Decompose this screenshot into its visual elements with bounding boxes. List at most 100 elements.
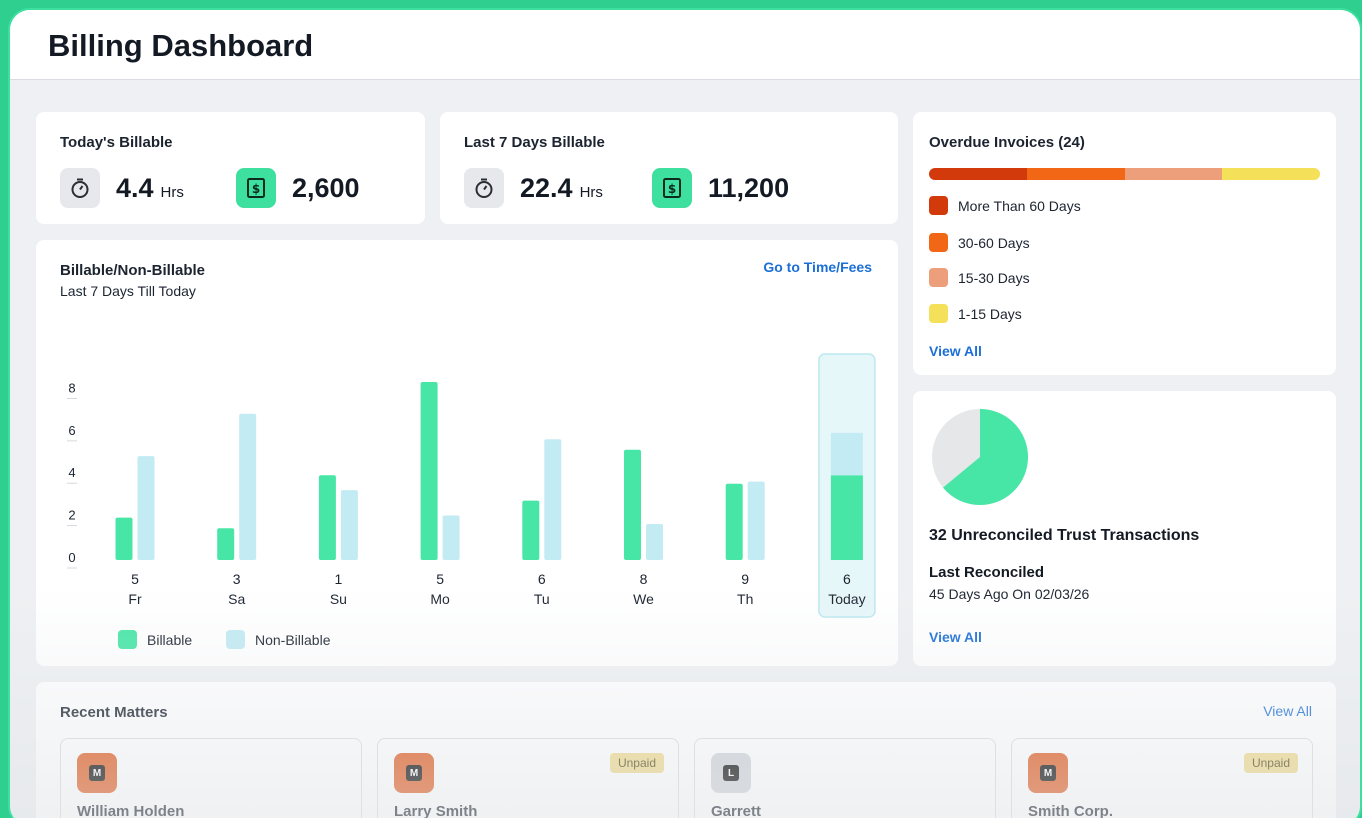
bar-billable (115, 517, 133, 560)
legend-swatch-non-billable (226, 630, 245, 649)
bar-non-billable (646, 523, 663, 560)
bar-non-billable (442, 515, 460, 560)
bar-billable (624, 449, 641, 560)
recent-matters-title: Recent Matters (60, 704, 168, 721)
last7-billable-card: Last 7 Days Billable 22.4 Hrs $ 11,200 (440, 112, 898, 224)
legend-swatch-billable (118, 630, 137, 649)
last7-hours-unit: Hrs (579, 183, 603, 201)
x-day-label: Fr (128, 591, 142, 607)
y-tick-label: 4 (68, 465, 75, 480)
todays-amount-stat: $ 2,600 (236, 168, 360, 208)
x-count-label: 9 (741, 571, 749, 587)
y-tick-label: 0 (68, 550, 75, 565)
billable-bar-chart: 0 2 4 6 8 5 Fr 3 Sa 1 Su 5 Mo 6 Tu 8 We 9 Th 6 Today (67, 353, 876, 618)
bar-non-billable (340, 490, 358, 560)
legend-label: More Than 60 Days (958, 197, 1081, 214)
billable-chart-card: Billable/Non-Billable Last 7 Days Till T… (36, 240, 898, 666)
legend-swatch (929, 268, 948, 287)
x-count-label: 6 (843, 571, 851, 587)
recent-matters-card: Recent Matters View All M William Holden… (36, 682, 1336, 818)
todays-hours-unit: Hrs (160, 183, 184, 201)
svg-text:$: $ (668, 182, 676, 196)
last7-amount-value: 11,200 (708, 172, 790, 203)
matter-type-icon: M (1028, 753, 1068, 793)
todays-billable-title: Today's Billable (60, 134, 173, 151)
overdue-invoices-title: Overdue Invoices (24) (929, 134, 1085, 151)
trust-view-all-link[interactable]: View All (929, 629, 982, 645)
trust-pie-chart (932, 409, 1028, 505)
legend-label-non-billable: Non-Billable (255, 631, 331, 648)
matter-card-william-holden[interactable]: M William Holden (60, 738, 362, 818)
x-day-label: We (633, 591, 654, 607)
y-tick-label: 6 (68, 423, 75, 438)
bar-billable (725, 483, 743, 560)
bar-non-billable (747, 481, 765, 560)
matter-name: Smith Corp. (1028, 803, 1113, 818)
trust-transactions-card: 32 Unreconciled Trust Transactions Last … (913, 391, 1336, 666)
invoice-dollar-icon: $ (652, 168, 692, 208)
stopwatch-icon (464, 168, 504, 208)
invoice-dollar-icon: $ (236, 168, 276, 208)
matter-initial: L (723, 765, 739, 781)
overdue-legend-30-60: 30-60 Days (929, 233, 1030, 252)
overdue-legend-15-30: 15-30 Days (929, 268, 1030, 287)
bar-non-billable (544, 439, 562, 560)
bar-billable (420, 382, 438, 560)
x-day-label: Mo (430, 591, 450, 607)
overdue-legend-60plus: More Than 60 Days (929, 196, 1081, 215)
legend-swatch (929, 304, 948, 323)
matter-name: Garrett (711, 803, 762, 818)
matter-type-icon: M (394, 753, 434, 793)
matter-type-icon: L (711, 753, 751, 793)
overdue-bar-segment (929, 168, 1027, 180)
overdue-view-all-link[interactable]: View All (929, 343, 982, 359)
matter-card-garrett[interactable]: L Garrett (694, 738, 996, 818)
matter-type-icon: M (77, 753, 117, 793)
x-day-label: Su (330, 591, 347, 607)
last7-amount-stat: $ 11,200 (652, 168, 789, 208)
recent-matters-view-all-link[interactable]: View All (1263, 703, 1312, 719)
x-count-label: 6 (538, 571, 546, 587)
trust-headline: 32 Unreconciled Trust Transactions (929, 527, 1200, 544)
bar-billable (318, 475, 336, 560)
top-bar: Billing Dashboard (10, 10, 1360, 80)
dashboard-window: Billing Dashboard Today's Billable 4.4 H… (8, 8, 1362, 818)
x-count-label: 5 (436, 571, 444, 587)
page-title: Billing Dashboard (48, 28, 314, 63)
legend-swatch (929, 233, 948, 252)
x-day-label: Th (737, 591, 753, 607)
bar-billable (217, 528, 235, 560)
chart-legend-billable: Billable (118, 630, 192, 649)
legend-label: 1-15 Days (958, 305, 1022, 322)
todays-billable-card: Today's Billable 4.4 Hrs $ 2,600 (36, 112, 425, 224)
stopwatch-icon (60, 168, 100, 208)
last-reconciled-value: 45 Days Ago On 02/03/26 (929, 586, 1090, 602)
last7-billable-title: Last 7 Days Billable (464, 134, 605, 151)
matter-initial: M (89, 765, 105, 781)
last-reconciled-label: Last Reconciled (929, 564, 1045, 581)
todays-hours-value: 4.4 (116, 172, 154, 203)
last7-hours-value: 22.4 (520, 172, 573, 203)
overdue-bar-segment (1222, 168, 1320, 180)
last7-hours-stat: 22.4 Hrs (464, 168, 603, 208)
overdue-legend-1-15: 1-15 Days (929, 304, 1022, 323)
legend-label: 30-60 Days (958, 234, 1030, 251)
matter-initial: M (1040, 765, 1056, 781)
overdue-invoices-card: Overdue Invoices (24) More Than 60 Days … (913, 112, 1336, 375)
svg-text:$: $ (252, 182, 260, 196)
y-tick-label: 8 (68, 380, 75, 395)
bar-billable (522, 500, 540, 560)
overdue-bar-segment (1026, 168, 1125, 180)
overdue-stacked-bar (929, 168, 1320, 180)
x-count-label: 1 (335, 571, 343, 587)
chart-legend-non-billable: Non-Billable (226, 630, 330, 649)
x-count-label: 8 (640, 571, 648, 587)
matter-name: William Holden (77, 803, 185, 818)
todays-amount-value: 2,600 (292, 172, 360, 203)
matter-card-larry-smith[interactable]: M Unpaid Larry Smith (377, 738, 679, 818)
x-day-label: Today (828, 591, 865, 607)
matter-card-smith-corp[interactable]: M Unpaid Smith Corp. (1011, 738, 1313, 818)
todays-hours-stat: 4.4 Hrs (60, 168, 184, 208)
y-tick-label: 2 (68, 508, 75, 523)
matter-name: Larry Smith (394, 803, 478, 818)
